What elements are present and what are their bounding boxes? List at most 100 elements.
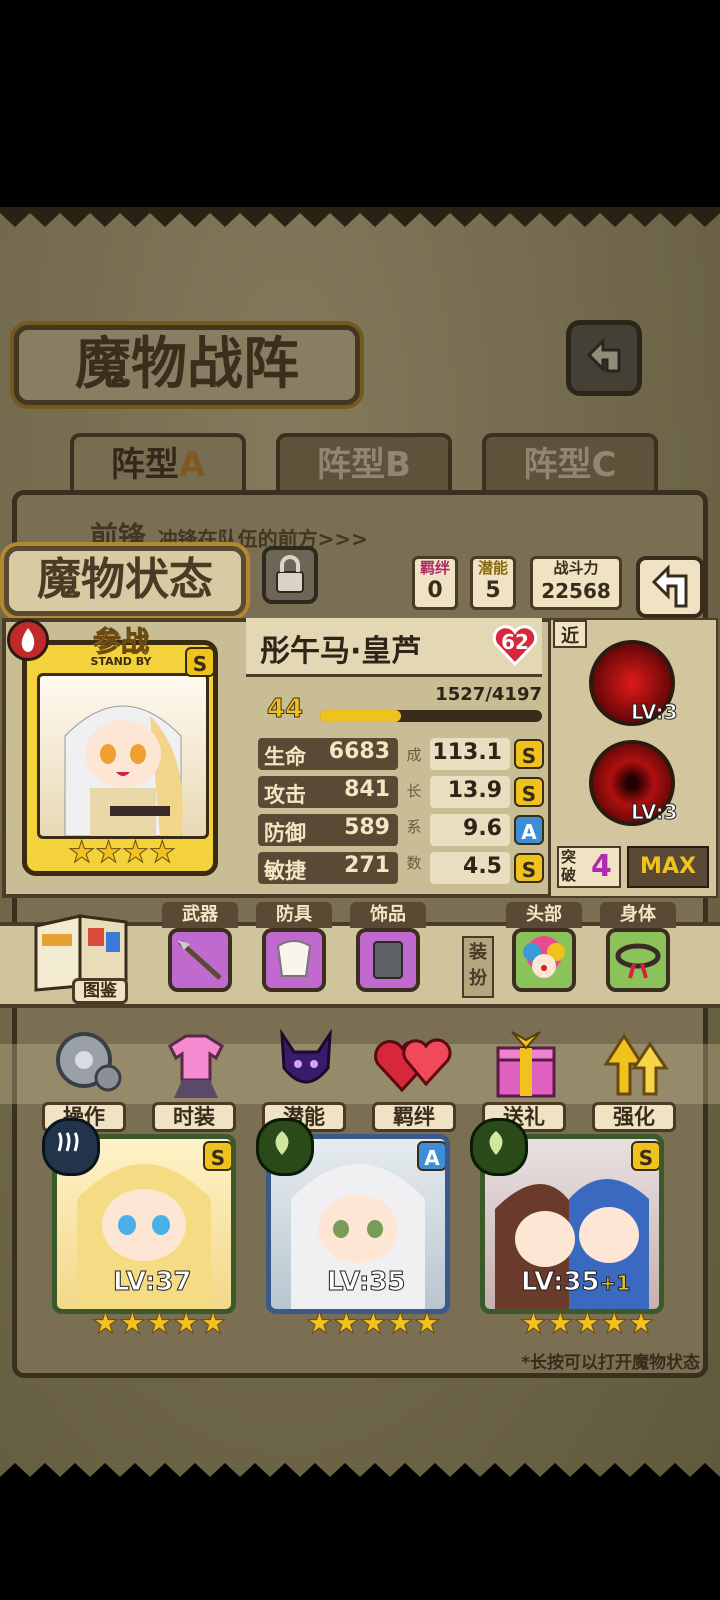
star-icon: ★ — [118, 1306, 146, 1342]
growth-grade: S — [514, 853, 544, 883]
encyclopedia-label: 图鉴 — [72, 978, 128, 1004]
growth-value: 113.1 — [430, 738, 510, 770]
standby-sub: STAND BY — [90, 655, 152, 668]
stat-label: 攻击 — [264, 783, 306, 807]
stat-table: 生命 6683 113.1 S 攻击 841 13.9 S 防御 589 9.6… — [258, 738, 544, 884]
menu-label: 时装 — [152, 1102, 236, 1132]
affection-heart: 62 — [492, 622, 538, 668]
card-level: LV:37 — [113, 1267, 193, 1298]
skills-column: 近 LV:3 LV:3 突 破 4 MAX — [548, 620, 716, 896]
star-icon: ★ — [199, 1306, 227, 1342]
clown-wig-icon — [523, 936, 565, 978]
stat-value: 589 — [344, 815, 390, 840]
armor-slot[interactable]: 防具 — [256, 902, 332, 992]
fire-element-icon — [7, 619, 49, 661]
body-costume-slot[interactable]: 身体 — [600, 902, 676, 992]
menu-label: 羁绊 — [372, 1102, 456, 1132]
stat-row-attack: 攻击 841 13.9 S — [258, 776, 544, 808]
star-icon: ★ — [306, 1306, 334, 1342]
potential-counter: 潜能 5 — [470, 556, 516, 610]
counter-value: 0 — [427, 578, 443, 603]
name-bar: 彤午马·皇芦 62 — [246, 618, 542, 677]
slot-label: 武器 — [162, 902, 238, 928]
star-icon: ★ — [122, 835, 150, 871]
footer-hint: *长按可以打开魔物状态 — [521, 1353, 700, 1373]
stat-label: 生命 — [264, 745, 306, 769]
weapon-slot[interactable]: 武器 — [162, 902, 238, 992]
growth-char: 数 — [406, 854, 422, 872]
dress-up-label: 装 扮 — [462, 936, 494, 998]
stat-value: 841 — [344, 777, 390, 802]
stat-row-agility: 敏捷 271 4.5 S — [258, 852, 544, 884]
skill-level: LV:3 — [630, 700, 678, 725]
slot-label: 头部 — [506, 902, 582, 928]
growth-coef-label: 成 长 系 数 — [403, 744, 425, 888]
encyclopedia-button[interactable]: 图鉴 — [30, 912, 132, 1008]
team-card-2-stars: ★★★★★ — [306, 1306, 442, 1342]
skill-2-button[interactable]: LV:3 — [589, 740, 678, 826]
panel-title: 魔物状态 — [4, 546, 246, 616]
card-level: LV:35 — [521, 1267, 601, 1298]
potential-button[interactable]: 潜能 — [262, 1024, 346, 1134]
star-icon: ★ — [359, 1306, 387, 1342]
wind-element-icon — [470, 1118, 528, 1176]
break-char: 破 — [561, 866, 577, 884]
star-icon: ★ — [148, 835, 176, 871]
spear-icon — [178, 940, 222, 980]
armor-item — [262, 928, 326, 992]
stat-label: 防御 — [264, 821, 306, 845]
devil-icon — [280, 1028, 332, 1084]
skill-1-button[interactable]: LV:3 — [589, 640, 678, 726]
star-icon: ★ — [413, 1306, 441, 1342]
close-status-button[interactable] — [636, 556, 704, 618]
card-level-wrap: LV:35+1 — [521, 1267, 631, 1298]
counter-label: 潜能 — [477, 559, 508, 577]
stat-row-hp: 生命 6683 113.1 S — [258, 738, 544, 770]
accessory-slot[interactable]: 饰品 — [350, 902, 426, 992]
head-costume-slot[interactable]: 头部 — [506, 902, 582, 992]
star-icon: ★ — [332, 1306, 360, 1342]
star-icon: ★ — [386, 1306, 414, 1342]
star-icon: ★ — [92, 1306, 120, 1342]
star-rating: ★★★★ — [67, 835, 177, 871]
return-arrow-icon — [651, 564, 688, 608]
card-grade: A — [417, 1141, 445, 1171]
stat-label: 敏捷 — [264, 859, 306, 883]
skill-level: LV:3 — [630, 800, 678, 825]
growth-grade: S — [514, 777, 544, 807]
water-element-icon — [42, 1118, 100, 1176]
star-icon: ★ — [95, 835, 123, 871]
growth-char: 系 — [406, 818, 422, 836]
slot-label: 防具 — [256, 902, 332, 928]
tile-icon — [373, 941, 403, 979]
hearts-icon — [374, 1038, 452, 1093]
slot-label: 饰品 — [350, 902, 426, 928]
bottom-jagged-border — [0, 1463, 720, 1483]
gift-icon — [496, 1031, 556, 1098]
grade-badge: S — [185, 647, 215, 677]
star-icon: ★ — [520, 1306, 548, 1342]
star-icon: ★ — [172, 1306, 200, 1342]
monster-portrait-card[interactable]: 参战 STAND BY S ★★★★ — [7, 619, 218, 876]
level-badge: 44 — [266, 694, 304, 725]
star-icon: ★ — [600, 1306, 628, 1342]
weapon-item — [168, 928, 232, 992]
dress-char: 扮 — [469, 968, 487, 989]
power-value: 22568 — [541, 579, 611, 603]
standby-badge: 参战 — [92, 625, 149, 658]
head-costume-item — [512, 928, 576, 992]
growth-value: 9.6 — [430, 814, 510, 846]
enhance-button[interactable]: 强化 — [592, 1024, 676, 1134]
stat-row-defense: 防御 589 9.6 A — [258, 814, 544, 846]
growth-value: 4.5 — [430, 852, 510, 884]
power-label: 战斗力 — [553, 559, 599, 577]
bond-button[interactable]: 羁绊 — [372, 1024, 456, 1134]
exp-text: 1527/4197 — [435, 684, 542, 705]
growth-char: 成 — [406, 746, 422, 764]
star-icon: ★ — [627, 1306, 655, 1342]
outfit-button[interactable]: 时装 — [152, 1024, 236, 1134]
operate-button[interactable]: 操作 — [42, 1024, 126, 1134]
lock-button[interactable] — [262, 546, 318, 604]
bond-counter: 羁绊 0 — [412, 556, 458, 610]
slot-label: 身体 — [600, 902, 676, 928]
